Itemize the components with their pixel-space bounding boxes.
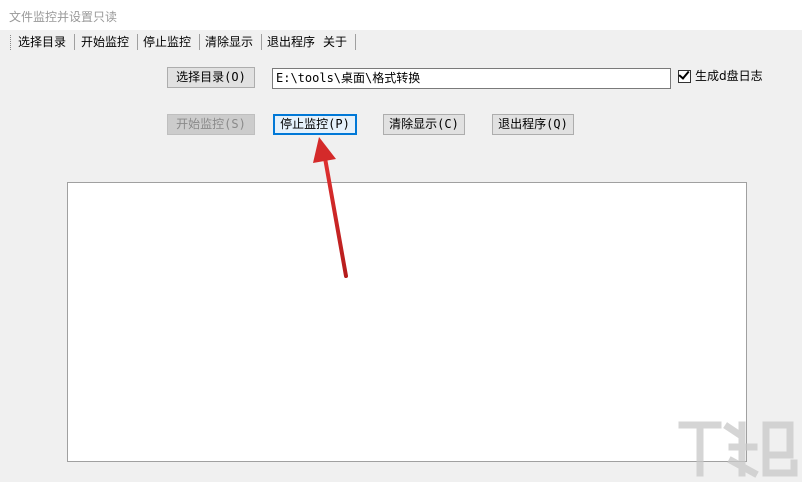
annotation-arrow-icon [313, 137, 348, 278]
site-watermark-logo [678, 421, 798, 478]
